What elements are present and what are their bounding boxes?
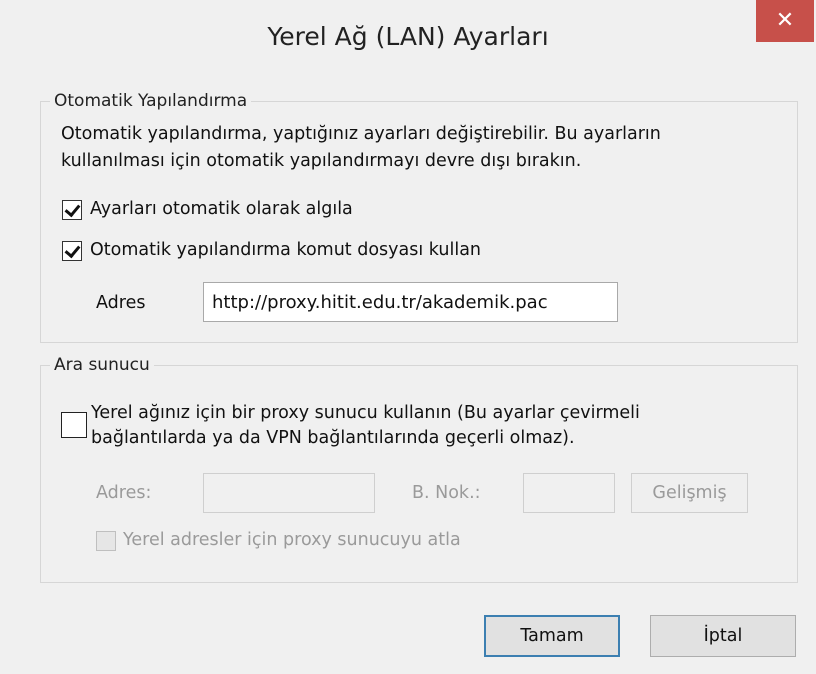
auto-config-description-line2: kullanılması için otomatik yapılandırmay… [61,151,582,171]
dialog-title: Yerel Ağ (LAN) Ayarları [267,22,549,51]
use-script-label[interactable]: Otomatik yapılandırma komut dosyası kull… [90,237,481,264]
close-icon: ✕ [775,8,795,33]
auto-config-group-title: Otomatik Yapılandırma [50,91,252,111]
bypass-local-label[interactable]: Yerel adresler için proxy sunucuyu atla [123,527,461,554]
title-bar[interactable]: Yerel Ağ (LAN) Ayarları ✕ [0,0,816,80]
bypass-local-checkbox[interactable] [96,531,116,551]
proxy-address-input[interactable] [203,473,375,513]
cancel-button[interactable]: İptal [650,615,796,657]
use-script-checkbox[interactable] [62,241,82,261]
proxy-group-title: Ara sunucu [50,355,154,375]
auto-detect-label[interactable]: Ayarları otomatik olarak algıla [90,196,353,223]
lan-settings-dialog: Yerel Ağ (LAN) Ayarları ✕ Otomatik Yapıl… [0,0,816,674]
advanced-button[interactable]: Gelişmiş [631,473,748,513]
close-button[interactable]: ✕ [756,0,814,42]
script-address-label: Adres [96,293,146,313]
use-proxy-checkbox[interactable] [61,412,87,438]
proxy-port-input[interactable] [523,473,615,513]
proxy-port-label: B. Nok.: [412,483,481,503]
script-address-input[interactable] [203,282,618,322]
ok-button[interactable]: Tamam [484,615,620,657]
proxy-address-label: Adres: [96,483,152,503]
auto-config-description-line1: Otomatik yapılandırma, yaptığınız ayarla… [61,124,661,144]
use-proxy-label-line1[interactable]: Yerel ağınız için bir proxy sunucu kulla… [91,400,640,427]
auto-detect-checkbox[interactable] [62,200,82,220]
use-proxy-label-line2[interactable]: bağlantılarda ya da VPN bağlantılarında … [91,425,575,452]
